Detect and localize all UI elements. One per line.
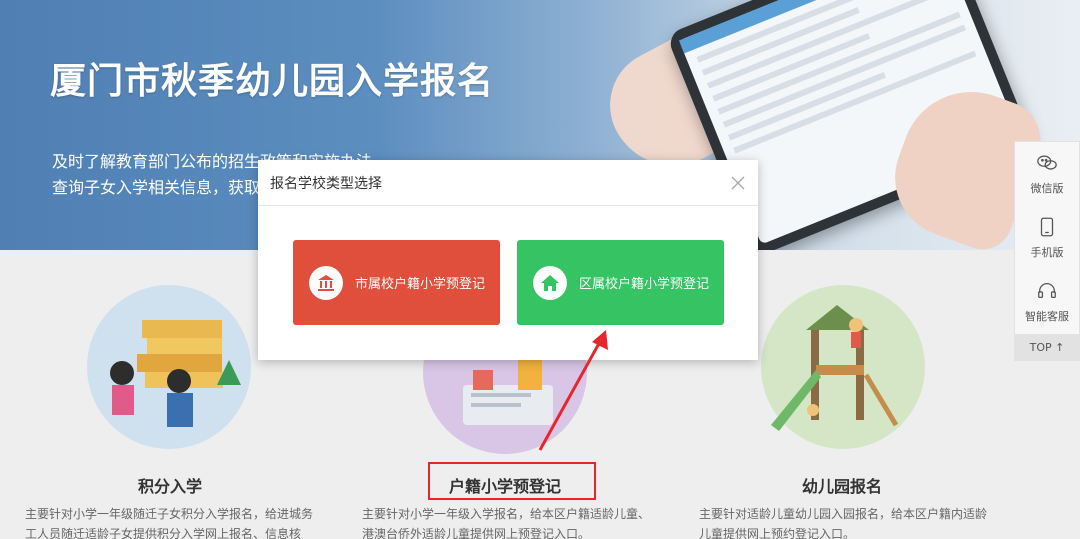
sidebar-item-label: 手机版 bbox=[1030, 246, 1064, 259]
button-label: 市属校户籍小学预登记 bbox=[355, 277, 486, 292]
button-label: 区属校户籍小学预登记 bbox=[579, 277, 710, 292]
school-type-modal: 报名学校类型选择 市属校户籍小学预登记 区属校户籍小学预登记 bbox=[258, 160, 758, 360]
institution-icon bbox=[309, 265, 343, 300]
card-title: 积分入学 bbox=[137, 477, 202, 496]
mobile-icon bbox=[1040, 217, 1054, 237]
wechat-icon bbox=[1037, 155, 1057, 170]
headset-icon bbox=[1038, 283, 1056, 299]
sidebar-item-support[interactable]: 智能客服 bbox=[1015, 270, 1079, 334]
sidebar-item-label: 智能客服 bbox=[1025, 310, 1069, 323]
sidebar-item-wechat[interactable]: 微信版 bbox=[1015, 142, 1079, 206]
modal-title: 报名学校类型选择 bbox=[270, 175, 382, 192]
city-school-preregistration-button[interactable]: 市属校户籍小学预登记 bbox=[293, 240, 500, 325]
banner-subtitle-line2: 查询子女入学相关信息，获取 bbox=[52, 178, 261, 197]
card-description: 主要针对小学一年级随迁子女积分入学报名，给进城务 工人员随迁适龄子女提供积分入学… bbox=[25, 507, 314, 539]
points-admission-illustration bbox=[87, 285, 251, 449]
kindergarten-illustration bbox=[761, 285, 925, 449]
card-description: 主要针对小学一年级入学报名，给本区户籍适龄儿童、 港澳台侨外适龄儿童提供网上预登… bbox=[362, 507, 651, 539]
home-icon bbox=[533, 265, 567, 300]
banner-title: 厦门市秋季幼儿园入学报名 bbox=[50, 61, 495, 102]
card-title: 幼儿园报名 bbox=[801, 477, 882, 496]
annotation-highlight-box bbox=[428, 462, 596, 500]
sidebar-item-mobile[interactable]: 手机版 bbox=[1015, 206, 1079, 270]
floating-sidebar: 微信版 手机版 智能客服 TOP ↑ bbox=[1014, 141, 1080, 361]
sidebar-item-label: 微信版 bbox=[1030, 182, 1064, 195]
close-icon[interactable] bbox=[728, 173, 748, 193]
card-description: 主要针对适龄儿童幼儿园入园报名，给本区户籍内适龄 儿童提供网上预约登记入口。 bbox=[699, 507, 988, 539]
back-to-top-button[interactable]: TOP ↑ bbox=[1015, 334, 1079, 360]
district-school-preregistration-button[interactable]: 区属校户籍小学预登记 bbox=[517, 240, 724, 325]
modal-header: 报名学校类型选择 bbox=[258, 160, 758, 206]
annotation-arrow-icon bbox=[538, 330, 608, 451]
